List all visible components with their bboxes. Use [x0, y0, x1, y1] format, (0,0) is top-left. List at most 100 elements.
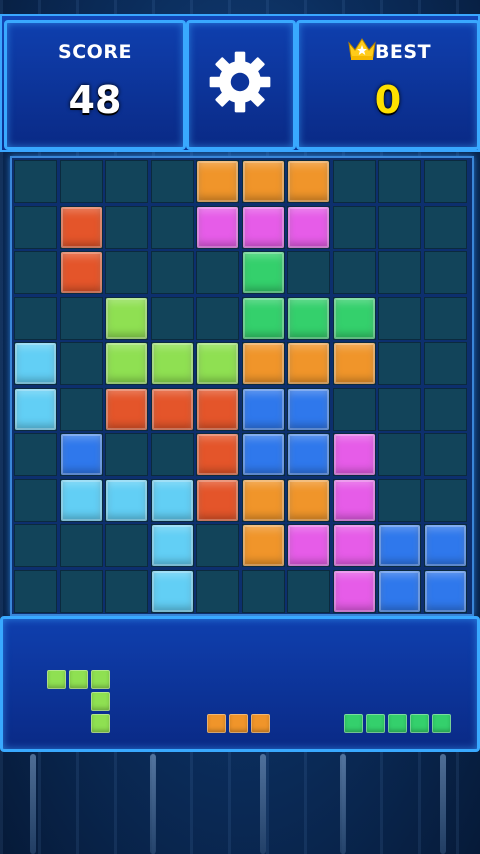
board-cell[interactable]: [14, 524, 57, 567]
board-cell[interactable]: [423, 251, 467, 294]
board-block-cyan: [15, 388, 56, 430]
board-cell[interactable]: [150, 205, 194, 249]
board-cell[interactable]: [332, 205, 376, 249]
board-cell[interactable]: [241, 569, 285, 613]
board-cell[interactable]: [423, 342, 467, 385]
board-block-lime: [106, 343, 147, 384]
cable-decoration: [150, 754, 156, 854]
piece-block: [69, 670, 88, 689]
header-bar: SCORE 48 BEST 0: [0, 14, 480, 152]
board-cell[interactable]: [423, 387, 467, 431]
board-cell[interactable]: [150, 433, 194, 476]
board-cell[interactable]: [378, 478, 421, 522]
board-block-blue: [379, 525, 420, 566]
board-cell[interactable]: [196, 296, 239, 340]
game-board[interactable]: [10, 156, 474, 616]
board-block-orange: [333, 343, 375, 384]
board-block-magenta: [288, 206, 329, 248]
board-cell[interactable]: [287, 251, 330, 294]
board-block-lime: [106, 297, 147, 339]
board-block-blue: [424, 570, 466, 612]
board-cell[interactable]: [59, 296, 103, 340]
board-cell[interactable]: [423, 296, 467, 340]
board-cell[interactable]: [332, 160, 376, 203]
board-block-magenta: [242, 206, 284, 248]
board-cell[interactable]: [287, 569, 330, 613]
board-block-red: [197, 434, 238, 475]
best-value: 0: [374, 78, 402, 122]
piece-block: [388, 714, 407, 733]
board-cell[interactable]: [196, 251, 239, 294]
board-cell[interactable]: [59, 569, 103, 613]
board-cell[interactable]: [378, 296, 421, 340]
board-block-orange: [197, 161, 238, 202]
board-cell[interactable]: [59, 160, 103, 203]
board-block-red: [60, 206, 102, 248]
board-block-magenta: [333, 479, 375, 521]
piece-block: [91, 692, 110, 711]
board-cell[interactable]: [378, 205, 421, 249]
board-block-orange: [288, 161, 329, 202]
board-block-red: [151, 388, 193, 430]
cable-decoration: [260, 754, 266, 854]
board-cell[interactable]: [105, 205, 148, 249]
piece-block: [366, 714, 385, 733]
board-cell[interactable]: [378, 251, 421, 294]
board-cell[interactable]: [423, 433, 467, 476]
board-block-orange: [242, 525, 284, 566]
board-cell[interactable]: [105, 524, 148, 567]
piece-block: [432, 714, 451, 733]
board-block-cyan: [151, 479, 193, 521]
board-cell[interactable]: [378, 433, 421, 476]
board-block-orange: [242, 343, 284, 384]
board-block-green: [288, 297, 329, 339]
board-cell[interactable]: [14, 296, 57, 340]
board-cell[interactable]: [14, 478, 57, 522]
board-cell[interactable]: [423, 160, 467, 203]
board-cell[interactable]: [59, 342, 103, 385]
board-block-blue: [424, 525, 466, 566]
board-cell[interactable]: [378, 387, 421, 431]
piece-tray: [0, 616, 480, 752]
piece-block: [91, 670, 110, 689]
gear-icon: [209, 51, 271, 113]
board-cell[interactable]: [105, 251, 148, 294]
board-block-orange: [288, 343, 329, 384]
board-cell[interactable]: [378, 342, 421, 385]
board-cell[interactable]: [14, 205, 57, 249]
board-cell[interactable]: [14, 160, 57, 203]
board-cell[interactable]: [59, 524, 103, 567]
board-block-red: [106, 388, 147, 430]
board-cell[interactable]: [14, 251, 57, 294]
piece-block: [229, 714, 248, 733]
board-cell[interactable]: [150, 296, 194, 340]
board-block-cyan: [106, 479, 147, 521]
board-cell[interactable]: [150, 160, 194, 203]
board-cell[interactable]: [196, 524, 239, 567]
board-cell[interactable]: [423, 205, 467, 249]
board-cell[interactable]: [14, 569, 57, 613]
piece-block: [251, 714, 270, 733]
board-cell[interactable]: [105, 569, 148, 613]
cable-decoration: [30, 754, 36, 854]
board-cell[interactable]: [150, 251, 194, 294]
board-cell[interactable]: [105, 160, 148, 203]
board-block-green: [333, 297, 375, 339]
board-cell[interactable]: [14, 433, 57, 476]
piece-block: [47, 670, 66, 689]
board-block-red: [197, 479, 238, 521]
board-cell[interactable]: [378, 160, 421, 203]
piece-block: [344, 714, 363, 733]
board-cell[interactable]: [59, 387, 103, 431]
board-block-blue: [288, 434, 329, 475]
board-cell[interactable]: [332, 251, 376, 294]
score-panel: SCORE 48: [4, 20, 186, 150]
board-cell[interactable]: [105, 433, 148, 476]
board-block-red: [197, 388, 238, 430]
settings-button[interactable]: [186, 20, 296, 150]
board-cell[interactable]: [196, 569, 239, 613]
board-block-cyan: [151, 525, 193, 566]
board-block-cyan: [15, 343, 56, 384]
board-cell[interactable]: [332, 387, 376, 431]
board-cell[interactable]: [423, 478, 467, 522]
